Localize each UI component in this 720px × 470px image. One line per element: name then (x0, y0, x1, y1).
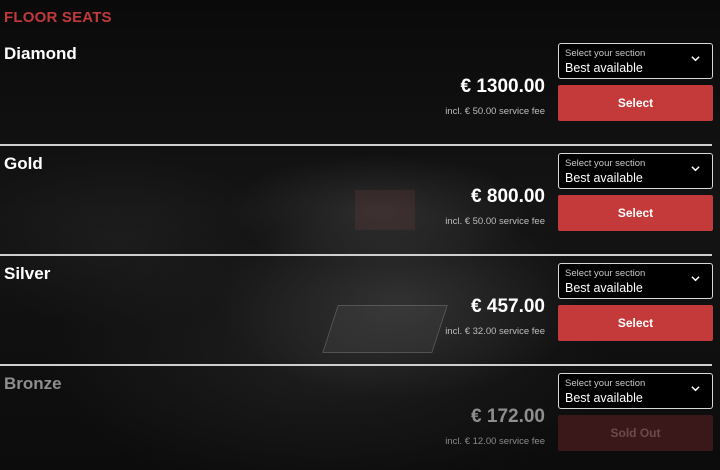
chevron-down-icon (691, 56, 700, 62)
section-dropdown-label: Select your section (565, 158, 646, 169)
section-dropdown-value: Best available (565, 281, 643, 295)
section-dropdown-value: Best available (565, 61, 643, 75)
tier-price: € 800.00 (471, 186, 545, 207)
section-dropdown-value: Best available (565, 391, 643, 405)
section-dropdown-label: Select your section (565, 378, 646, 389)
select-button[interactable]: Select (558, 85, 713, 121)
tier-row-bronze: Bronze Select your section Best availabl… (0, 366, 720, 470)
sold-out-button: Sold Out (558, 415, 713, 451)
section-dropdown[interactable]: Select your section Best available (558, 153, 713, 189)
tier-row-gold: Gold Select your section Best available … (0, 146, 720, 256)
section-dropdown[interactable]: Select your section Best available (558, 43, 713, 79)
service-fee-note: incl. € 50.00 service fee (445, 106, 545, 117)
chevron-down-icon (691, 276, 700, 282)
section-dropdown-label: Select your section (565, 268, 646, 279)
tier-price: € 172.00 (471, 406, 545, 427)
chevron-down-icon (691, 166, 700, 172)
service-fee-note: incl. € 50.00 service fee (445, 216, 545, 227)
section-heading: FLOOR SEATS (4, 9, 112, 26)
section-dropdown[interactable]: Select your section Best available (558, 263, 713, 299)
section-dropdown-value: Best available (565, 171, 643, 185)
select-button[interactable]: Select (558, 305, 713, 341)
tier-row-diamond: Diamond Select your section Best availab… (0, 36, 720, 146)
section-dropdown-label: Select your section (565, 48, 646, 59)
service-fee-note: incl. € 32.00 service fee (445, 326, 545, 337)
tier-row-silver: Silver Select your section Best availabl… (0, 256, 720, 366)
chevron-down-icon (691, 386, 700, 392)
ticket-selection-page: FLOOR SEATS Diamond Select your section … (0, 0, 720, 470)
service-fee-note: incl. € 12.00 service fee (445, 436, 545, 447)
tier-name: Diamond (4, 44, 77, 63)
tier-price: € 457.00 (471, 296, 545, 317)
tier-price: € 1300.00 (460, 76, 545, 97)
select-button[interactable]: Select (558, 195, 713, 231)
tier-name: Bronze (4, 374, 62, 393)
section-dropdown[interactable]: Select your section Best available (558, 373, 713, 409)
tier-name: Gold (4, 154, 43, 173)
tier-name: Silver (4, 264, 51, 283)
